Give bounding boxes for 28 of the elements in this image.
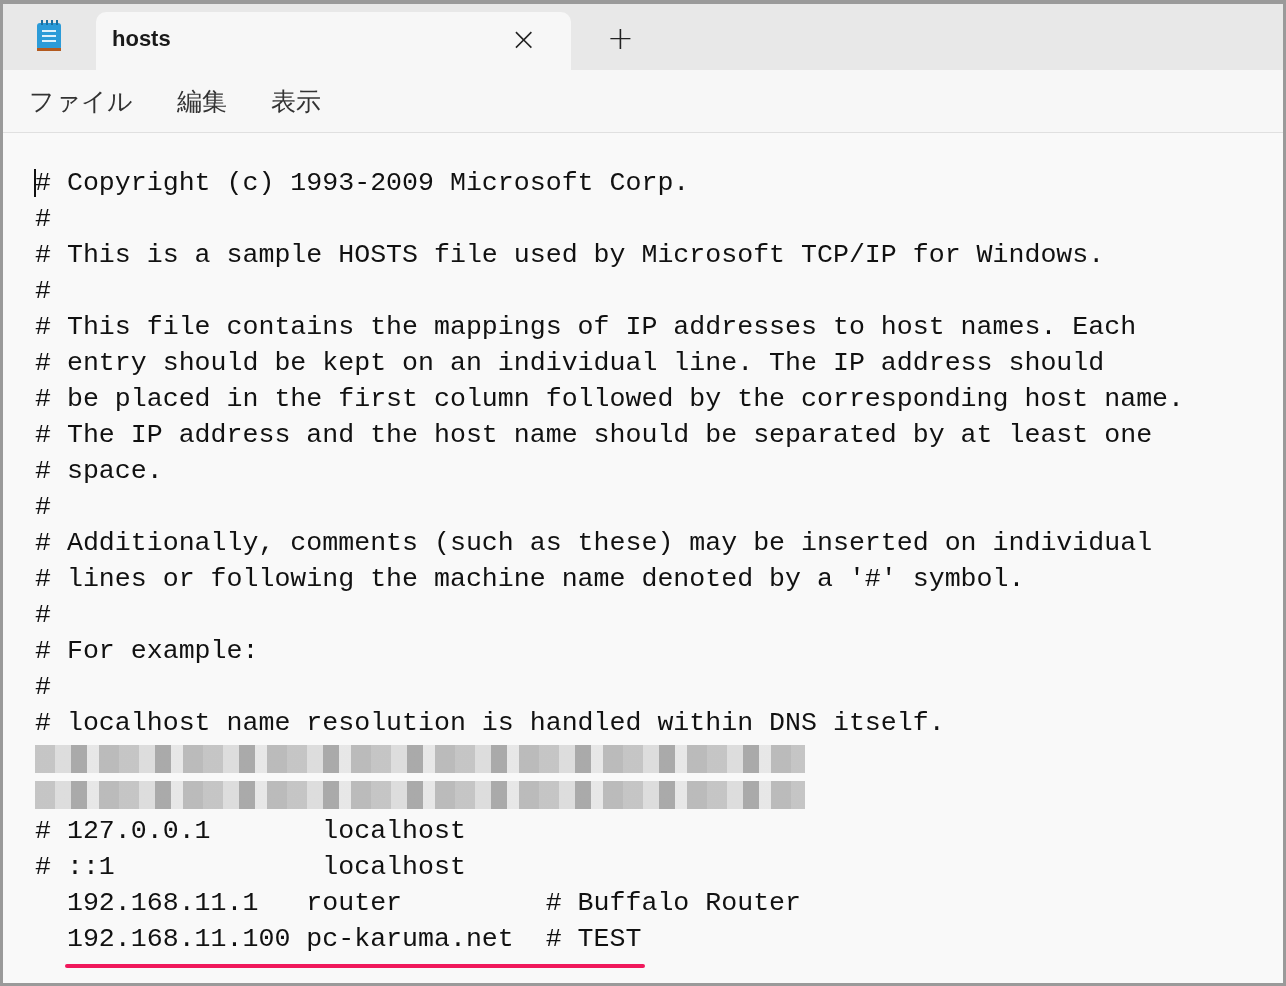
text-line: # ::1 localhost <box>35 851 466 884</box>
text-line: # <box>35 671 51 704</box>
text-line: # lines or following the machine name denoted by a '#' symbol. <box>35 563 1025 596</box>
close-tab-button[interactable]: × <box>504 19 543 59</box>
text-line: # Copyright (c) 1993-2009 Microsoft Corp. <box>35 167 690 200</box>
notepad-icon <box>35 20 63 52</box>
text-line: # The IP address and the host name should be separated by at least one <box>35 419 1153 452</box>
tab-title: hosts <box>112 26 172 52</box>
text-line: # <box>35 203 51 236</box>
text-line: 192.168.11.100 pc-karuma.net # TEST <box>65 923 642 956</box>
text-line: # For example: <box>35 635 259 668</box>
text-line: # space. <box>35 455 163 488</box>
text-line: # 127.0.0.1 localhost <box>35 815 466 848</box>
text-line: # This file contains the mappings of IP addresses to host names. Each <box>35 311 1137 344</box>
text-line: # This is a sample HOSTS file used by Microsoft TCP/IP for Windows. <box>35 239 1105 272</box>
text-line: # Additionally, comments (such as these) may be inserted on individual <box>35 527 1153 560</box>
menu-item[interactable]: ファイル <box>25 84 137 118</box>
menu-item[interactable]: 編集 <box>173 84 231 118</box>
text-line: 192.168.11.1 router # Buffalo Router <box>65 887 802 920</box>
text-line: # entry should be kept on an individual line. The IP address should <box>35 347 1105 380</box>
text-line: # be placed in the first column followed by the corresponding host name. <box>35 383 1185 416</box>
text-line: # localhost name resolution is handled within DNS itself. <box>35 707 945 740</box>
text-line: # <box>35 599 51 632</box>
text-line: # <box>35 491 51 524</box>
new-tab-button[interactable]: + <box>601 18 640 58</box>
file-tab[interactable]: hosts × <box>96 12 571 70</box>
text-line: # <box>35 275 51 308</box>
menu-item[interactable]: 表示 <box>267 84 325 118</box>
